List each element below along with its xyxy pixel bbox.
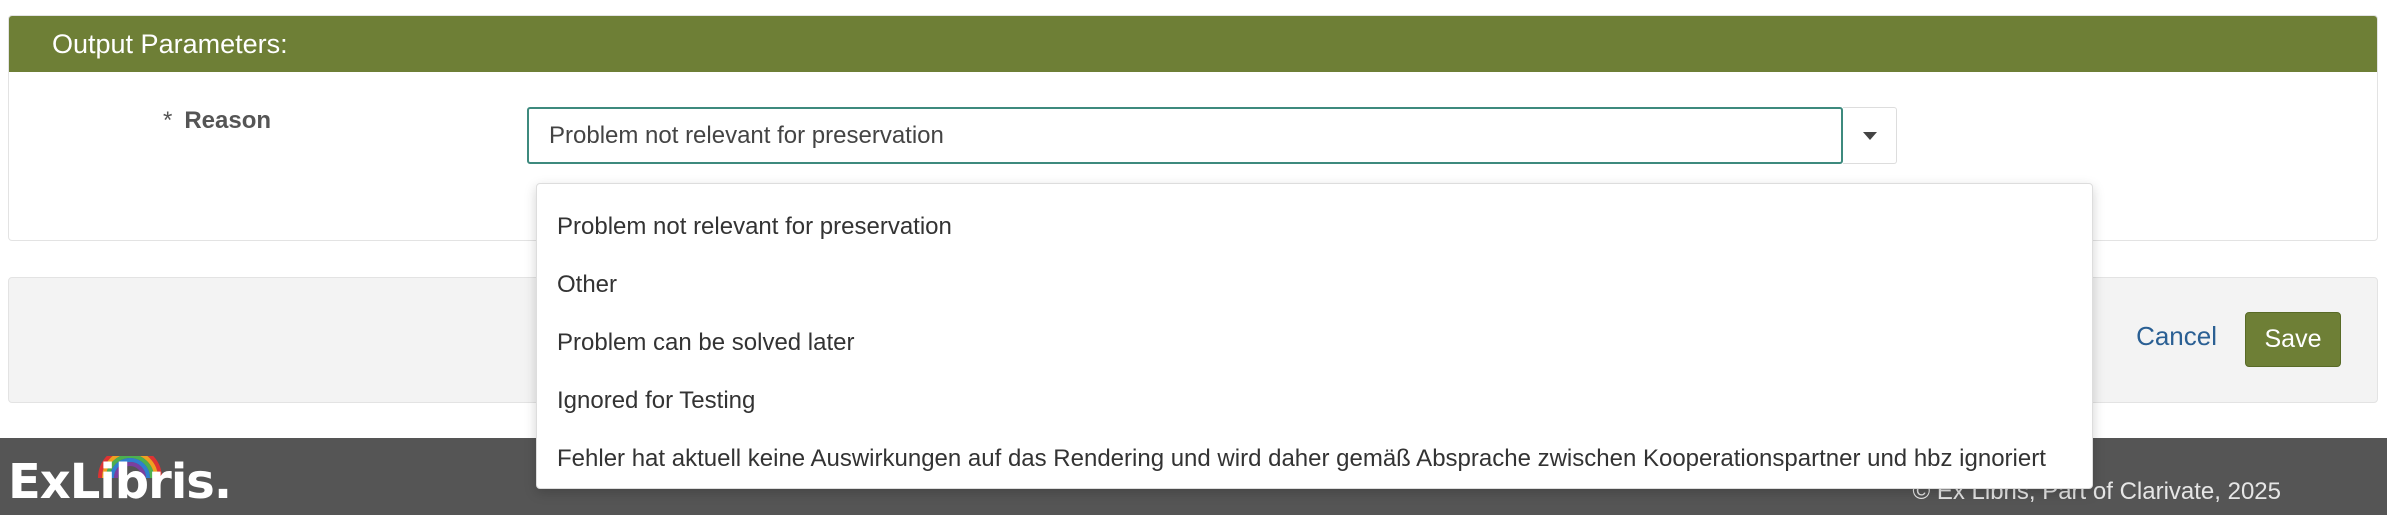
caret-down-icon	[1862, 131, 1877, 140]
reason-dropdown-list: Problem not relevant for preservation Ot…	[536, 183, 2093, 489]
reason-select[interactable]: Problem not relevant for preservation	[527, 107, 1843, 164]
logo-text: ExLibris.	[8, 454, 232, 510]
dropdown-option[interactable]: Problem can be solved later	[537, 314, 2092, 372]
exlibris-logo: ExLibris.	[8, 454, 232, 512]
dropdown-option[interactable]: Ignored for Testing	[537, 372, 2092, 430]
save-button-label: Save	[2264, 325, 2322, 353]
dropdown-option[interactable]: Fehler hat aktuell keine Auswirkungen au…	[537, 430, 2092, 488]
required-marker: *	[163, 107, 173, 134]
save-button[interactable]: Save	[2245, 312, 2341, 367]
reason-select-toggle-button[interactable]	[1843, 107, 1897, 164]
dropdown-option[interactable]: Other	[537, 256, 2092, 314]
dropdown-option[interactable]: Problem not relevant for preservation	[537, 198, 2092, 256]
cancel-button[interactable]: Cancel	[2136, 321, 2217, 352]
reason-label-text: Reason	[184, 107, 272, 134]
panel-header: Output Parameters:	[9, 16, 2377, 72]
reason-select-value: Problem not relevant for preservation	[549, 121, 944, 149]
reason-label: * Reason	[163, 107, 271, 135]
panel-title: Output Parameters:	[52, 28, 288, 59]
